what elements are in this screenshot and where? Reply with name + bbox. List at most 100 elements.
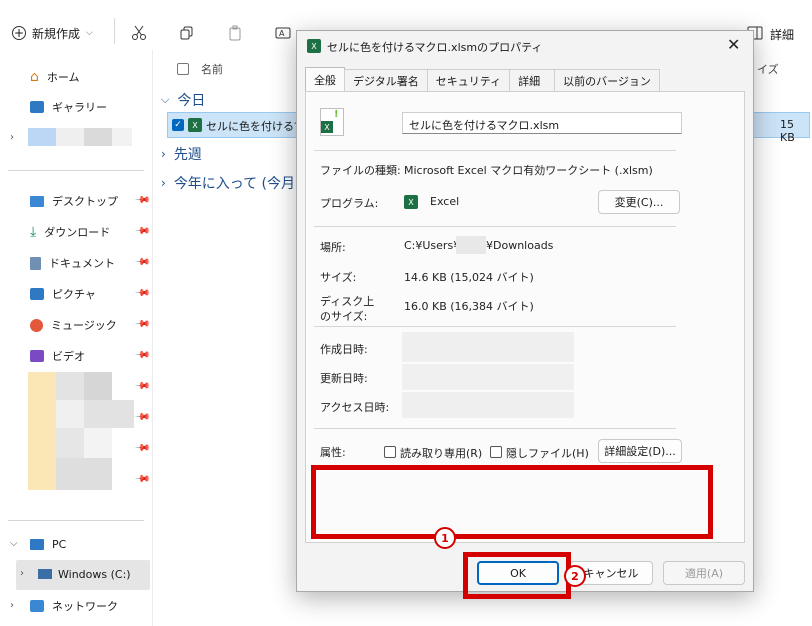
group-header-last-week[interactable]: › 先週 <box>161 144 202 164</box>
close-icon[interactable]: ✕ <box>727 35 740 54</box>
chevron-right-icon[interactable]: › <box>10 600 14 611</box>
disk-size-label-line1: ディスク上 <box>320 295 375 308</box>
plus-circle-icon: + <box>12 26 26 40</box>
sidebar-item-windows-c[interactable]: › Windows (C:) <box>16 560 150 590</box>
pin-icon[interactable]: 📌 <box>134 378 151 395</box>
tab-strip: 全般 デジタル署名 セキュリティ 詳細 以前のバージョン <box>305 67 660 91</box>
redacted-created-value <box>402 332 574 362</box>
divider <box>314 226 676 227</box>
select-all-checkbox[interactable] <box>177 63 189 75</box>
cut-icon[interactable] <box>128 22 150 44</box>
paste-icon[interactable] <box>224 22 246 44</box>
sidebar-divider <box>8 170 144 171</box>
tab-previous-versions[interactable]: 以前のバージョン <box>554 69 660 91</box>
checkmark-icon[interactable]: ✓ <box>172 119 184 131</box>
sidebar-item-label: ミュージック <box>51 319 117 332</box>
download-icon: ⤓ <box>30 224 37 240</box>
group-label: 今日 <box>177 93 206 109</box>
location-value-suffix: ¥Downloads <box>486 239 554 252</box>
file-name-value: セルに色を付けるマクロ.xlsm <box>409 119 560 132</box>
pin-icon[interactable]: 📌 <box>134 347 151 364</box>
sidebar-item-desktop[interactable]: デスクトップ <box>30 188 118 214</box>
group-header-this-year[interactable]: › 今年に入って (今月は <box>161 173 309 193</box>
program-value: Excel <box>430 195 460 208</box>
tab-security[interactable]: セキュリティ <box>426 69 511 91</box>
readonly-checkbox[interactable] <box>384 446 396 458</box>
desktop-icon <box>30 195 44 207</box>
pin-icon[interactable]: 📌 <box>134 223 151 240</box>
redacted-modified-value <box>402 364 574 390</box>
copy-icon[interactable] <box>176 22 198 44</box>
computer-icon <box>30 538 44 550</box>
onedrive-item-redacted[interactable] <box>28 128 132 146</box>
tab-details[interactable]: 詳細 <box>509 69 556 91</box>
change-button[interactable]: 変更(C)... <box>598 190 680 214</box>
sidebar-item-gallery[interactable]: ギャラリー <box>30 94 107 120</box>
divider <box>314 428 676 429</box>
sidebar-item-pictures[interactable]: ピクチャ <box>30 281 96 307</box>
file-size: 15 KB <box>780 118 795 144</box>
created-label: 作成日時: <box>320 343 368 356</box>
pin-icon[interactable]: 📌 <box>134 316 151 333</box>
file-name-input[interactable]: セルに色を付けるマクロ.xlsm <box>402 112 682 134</box>
details-button-label[interactable]: 詳細 <box>770 26 794 43</box>
chevron-right-icon[interactable]: › <box>10 132 14 143</box>
sidebar-item-music[interactable]: ミュージック <box>30 312 117 338</box>
tab-general[interactable]: 全般 <box>305 67 345 91</box>
excel-macro-file-icon: X ! <box>320 108 344 136</box>
annotation-marker-1: 1 <box>434 527 456 549</box>
hidden-label[interactable]: 隠しファイル(H) <box>506 445 589 461</box>
pinned-folders-redacted[interactable] <box>28 372 134 490</box>
button-label: キャンセル <box>583 567 639 580</box>
navigation-pane: ⌂ ホーム ギャラリー › デスクトップ 📌 ⤓ ダウンロード 📌 ドキュメント… <box>0 50 153 626</box>
accessed-label: アクセス日時: <box>320 401 390 414</box>
pin-icon[interactable]: 📌 <box>134 192 151 209</box>
sidebar-item-label: ネットワーク <box>52 600 118 613</box>
column-header-name[interactable]: 名前 <box>201 61 223 77</box>
pin-icon[interactable]: 📌 <box>134 254 151 271</box>
excel-file-icon: X <box>307 39 321 53</box>
pin-icon[interactable]: 📌 <box>134 409 151 426</box>
pin-icon[interactable]: 📌 <box>134 471 151 488</box>
svg-text:A: A <box>279 29 285 38</box>
tab-label: 以前のバージョン <box>563 74 651 88</box>
hidden-checkbox[interactable] <box>490 446 502 458</box>
button-label: 詳細設定(D)... <box>604 445 676 458</box>
location-label: 場所: <box>320 241 346 254</box>
pin-icon[interactable]: 📌 <box>134 440 151 457</box>
sidebar-item-label: PC <box>52 537 67 551</box>
modified-label: 更新日時: <box>320 372 368 385</box>
sidebar-item-home[interactable]: ⌂ ホーム <box>30 64 80 90</box>
chevron-right-icon: › <box>161 176 166 190</box>
advanced-button[interactable]: 詳細設定(D)... <box>598 439 682 463</box>
sidebar-item-label: ダウンロード <box>44 226 111 239</box>
sidebar-item-label: ピクチャ <box>52 288 96 301</box>
rename-icon[interactable]: A <box>272 22 294 44</box>
chevron-right-icon[interactable]: › <box>20 568 24 579</box>
sidebar-item-downloads[interactable]: ⤓ ダウンロード <box>30 219 110 245</box>
divider <box>314 150 676 151</box>
sidebar-item-videos[interactable]: ビデオ <box>30 343 85 369</box>
sidebar-item-documents[interactable]: ドキュメント <box>30 250 115 276</box>
group-header-today[interactable]: ⌵ 今日 <box>161 90 205 110</box>
size-label: サイズ: <box>320 271 357 284</box>
sidebar-item-pc[interactable]: PC <box>30 531 66 557</box>
tab-digital-signature[interactable]: デジタル署名 <box>344 69 428 91</box>
pin-icon[interactable]: 📌 <box>134 285 151 302</box>
music-icon <box>30 318 43 332</box>
location-value-prefix: C:¥Users¥ <box>404 239 461 252</box>
chevron-down-icon: ⌵ <box>86 28 93 38</box>
program-label: プログラム: <box>320 197 379 210</box>
chevron-down-icon[interactable]: ⌵ <box>10 538 18 549</box>
group-label: 先週 <box>173 147 202 163</box>
apply-button[interactable]: 適用(A) <box>663 561 745 585</box>
button-label: 適用(A) <box>684 567 724 580</box>
attributes-label: 属性: <box>320 446 346 459</box>
readonly-label[interactable]: 読み取り専用(R) <box>400 445 482 461</box>
column-header-size[interactable]: イズ <box>757 61 779 77</box>
disk-size-value: 16.0 KB (16,384 バイト) <box>404 300 534 313</box>
sidebar-item-network[interactable]: ネットワーク <box>30 593 118 619</box>
divider <box>314 326 676 327</box>
new-button[interactable]: + 新規作成 ⌵ <box>12 22 93 44</box>
dialog-title-bar[interactable]: X セルに色を付けるマクロ.xlsmのプロパティ ✕ <box>297 31 753 61</box>
